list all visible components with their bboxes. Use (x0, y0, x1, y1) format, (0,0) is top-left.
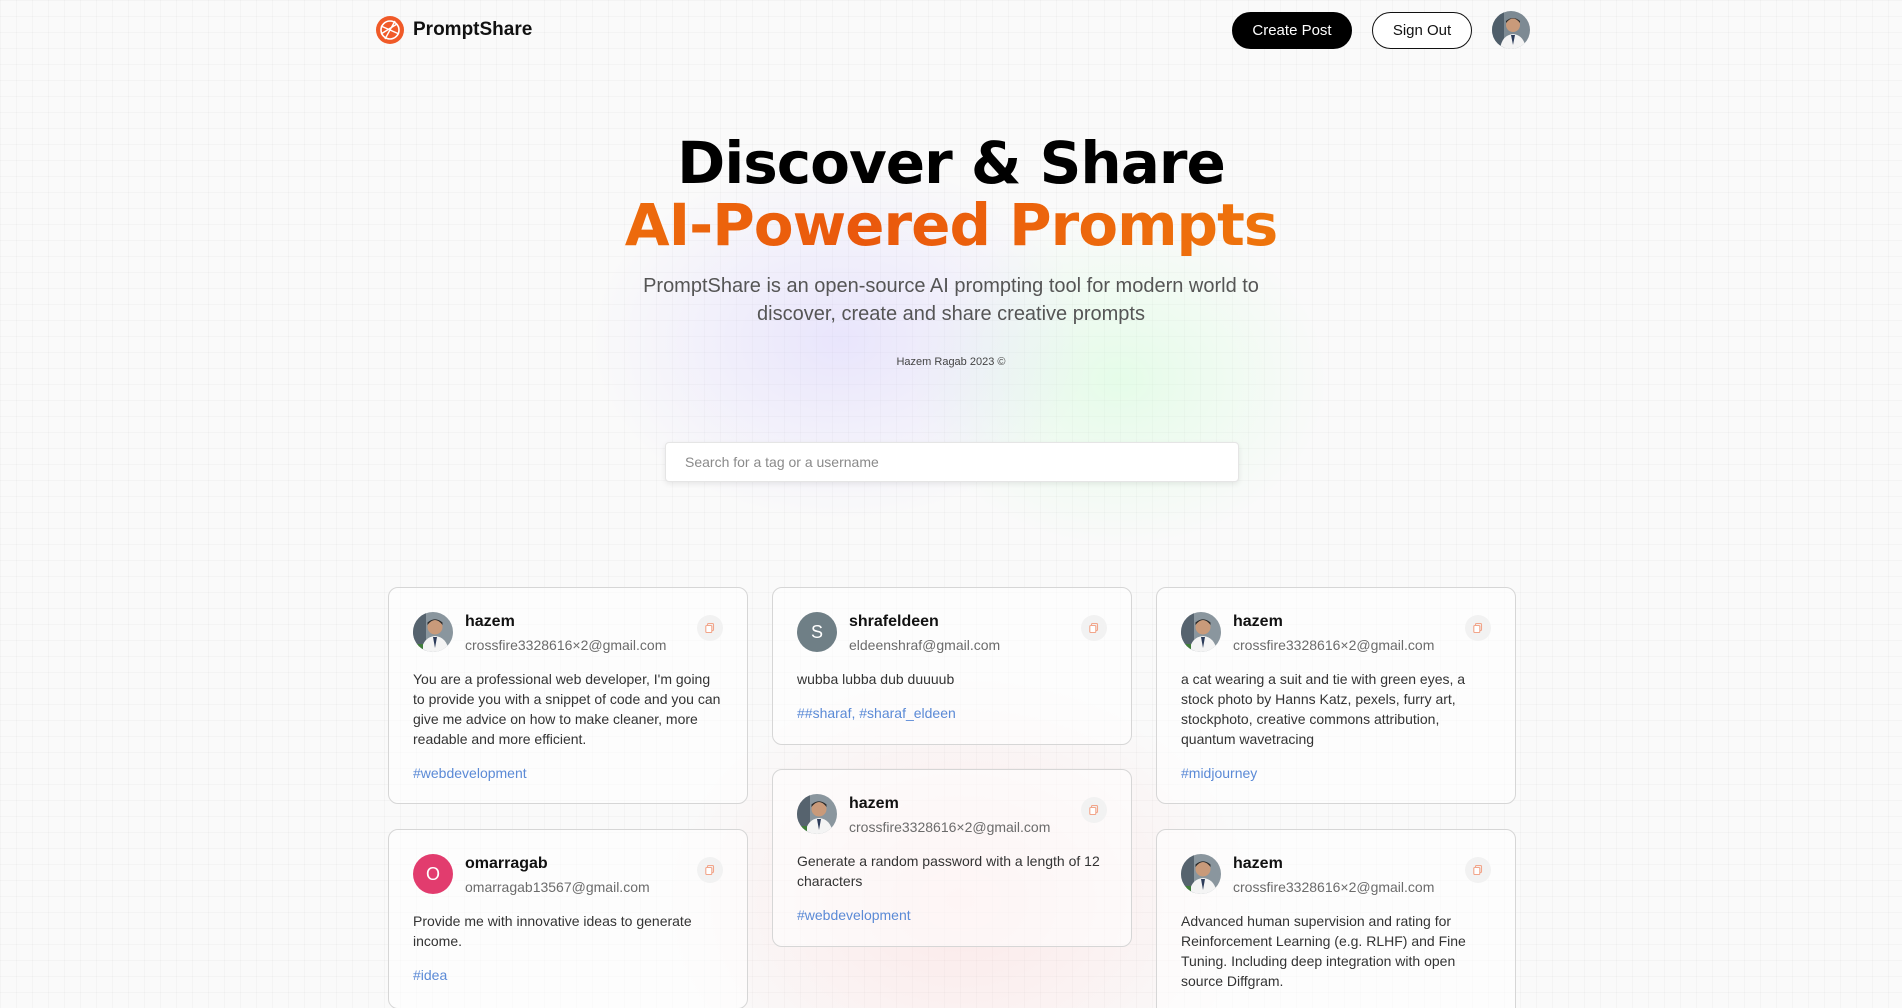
prompt-card: O omarragab omarragab13567@gmail.com Pro… (388, 829, 748, 1008)
author-info[interactable]: omarragab omarragab13567@gmail.com (465, 854, 685, 897)
copy-icon (705, 864, 715, 876)
author-info[interactable]: hazem crossfire3328616×2@gmail.com (849, 794, 1069, 837)
prompt-text: Provide me with innovative ideas to gene… (413, 913, 692, 949)
author-email: omarragab13567@gmail.com (465, 879, 650, 895)
card-header: S shrafeldeen eldeenshraf@gmail.com (797, 612, 1107, 655)
author-username: shrafeldeen (849, 613, 939, 630)
sign-out-button[interactable]: Sign Out (1372, 12, 1472, 49)
logo-icon (376, 16, 404, 44)
prompt-card: hazem crossfire3328616×2@gmail.com a cat… (1156, 587, 1516, 804)
author-username: hazem (1233, 613, 1283, 630)
author-avatar[interactable] (797, 794, 837, 834)
author-email: crossfire3328616×2@gmail.com (465, 637, 667, 653)
avatar-photo-icon (1181, 854, 1221, 894)
copy-icon (1089, 622, 1099, 634)
avatar-photo-icon (1492, 11, 1530, 49)
author-email: crossfire3328616×2@gmail.com (849, 819, 1051, 835)
author-avatar[interactable] (1181, 854, 1221, 894)
author-username: hazem (465, 613, 515, 630)
avatar-letter: S (810, 621, 823, 642)
author-username: hazem (849, 795, 899, 812)
prompt-card: hazem crossfire3328616×2@gmail.com You a… (388, 587, 748, 804)
card-header: hazem crossfire3328616×2@gmail.com (1181, 854, 1491, 897)
prompt-text: wubba lubba dub duuuub (797, 671, 955, 687)
copy-button[interactable] (697, 857, 723, 883)
author-avatar[interactable]: O (413, 854, 453, 894)
hero-title-highlight: AI-Powered Prompts (0, 194, 1902, 256)
brand[interactable]: PromptShare (375, 15, 532, 45)
author-info[interactable]: hazem crossfire3328616×2@gmail.com (465, 612, 685, 655)
prompt-tag[interactable]: ##sharaf, #sharaf_eldeen (797, 705, 1107, 721)
navbar: PromptShare Create Post Sign Out (375, 10, 1530, 50)
brand-name: PromptShare (413, 19, 533, 40)
copy-button[interactable] (1081, 797, 1107, 823)
hero: Discover & Share AI-Powered Prompts Prom… (0, 132, 1902, 368)
card-header: hazem crossfire3328616×2@gmail.com (797, 794, 1107, 837)
prompt-tag[interactable]: #webdevelopment (797, 907, 1107, 923)
author-avatar[interactable] (413, 612, 453, 652)
prompt-text: Generate a random password with a length… (797, 853, 1100, 889)
hero-description: PromptShare is an open-source AI prompti… (643, 275, 1259, 325)
hero-credit: Hazem Ragab 2023 © (896, 356, 1006, 368)
prompt-card: hazem crossfire3328616×2@gmail.com Advan… (1156, 829, 1516, 1008)
copy-icon (1089, 804, 1099, 816)
prompt-tag[interactable]: #midjourney (1181, 765, 1491, 781)
prompt-text: Advanced human supervision and rating fo… (1181, 913, 1466, 989)
author-info[interactable]: hazem crossfire3328616×2@gmail.com (1233, 612, 1453, 655)
hero-title: Discover & Share (677, 129, 1226, 197)
author-username: omarragab (465, 855, 548, 872)
author-email: crossfire3328616×2@gmail.com (1233, 879, 1435, 895)
author-avatar[interactable]: S (797, 612, 837, 652)
author-email: eldeenshraf@gmail.com (849, 637, 1001, 653)
prompt-text: a cat wearing a suit and tie with green … (1181, 671, 1466, 747)
author-info[interactable]: hazem crossfire3328616×2@gmail.com (1233, 854, 1453, 897)
copy-icon (1473, 622, 1483, 634)
prompt-card: hazem crossfire3328616×2@gmail.com Gener… (772, 769, 1132, 947)
user-avatar[interactable] (1492, 11, 1530, 49)
author-info[interactable]: shrafeldeen eldeenshraf@gmail.com (849, 612, 1069, 655)
copy-icon (705, 622, 715, 634)
copy-button[interactable] (1081, 615, 1107, 641)
avatar-photo-icon (413, 612, 453, 652)
author-avatar[interactable] (1181, 612, 1221, 652)
search-input[interactable] (665, 442, 1239, 482)
avatar-letter: O (425, 863, 440, 884)
prompt-tag[interactable]: #webdevelopment (413, 765, 723, 781)
avatar-photo-icon (1181, 612, 1221, 652)
card-header: O omarragab omarragab13567@gmail.com (413, 854, 723, 897)
prompt-tag[interactable]: #idea (413, 967, 723, 983)
card-header: hazem crossfire3328616×2@gmail.com (1181, 612, 1491, 655)
author-username: hazem (1233, 855, 1283, 872)
author-email: crossfire3328616×2@gmail.com (1233, 637, 1435, 653)
card-header: hazem crossfire3328616×2@gmail.com (413, 612, 723, 655)
prompt-card: S shrafeldeen eldeenshraf@gmail.com wubb… (772, 587, 1132, 745)
create-post-button[interactable]: Create Post (1232, 12, 1352, 49)
copy-button[interactable] (697, 615, 723, 641)
avatar-photo-icon (797, 794, 837, 834)
prompt-text: You are a professional web developer, I'… (413, 671, 721, 747)
copy-button[interactable] (1465, 857, 1491, 883)
copy-button[interactable] (1465, 615, 1491, 641)
copy-icon (1473, 864, 1483, 876)
